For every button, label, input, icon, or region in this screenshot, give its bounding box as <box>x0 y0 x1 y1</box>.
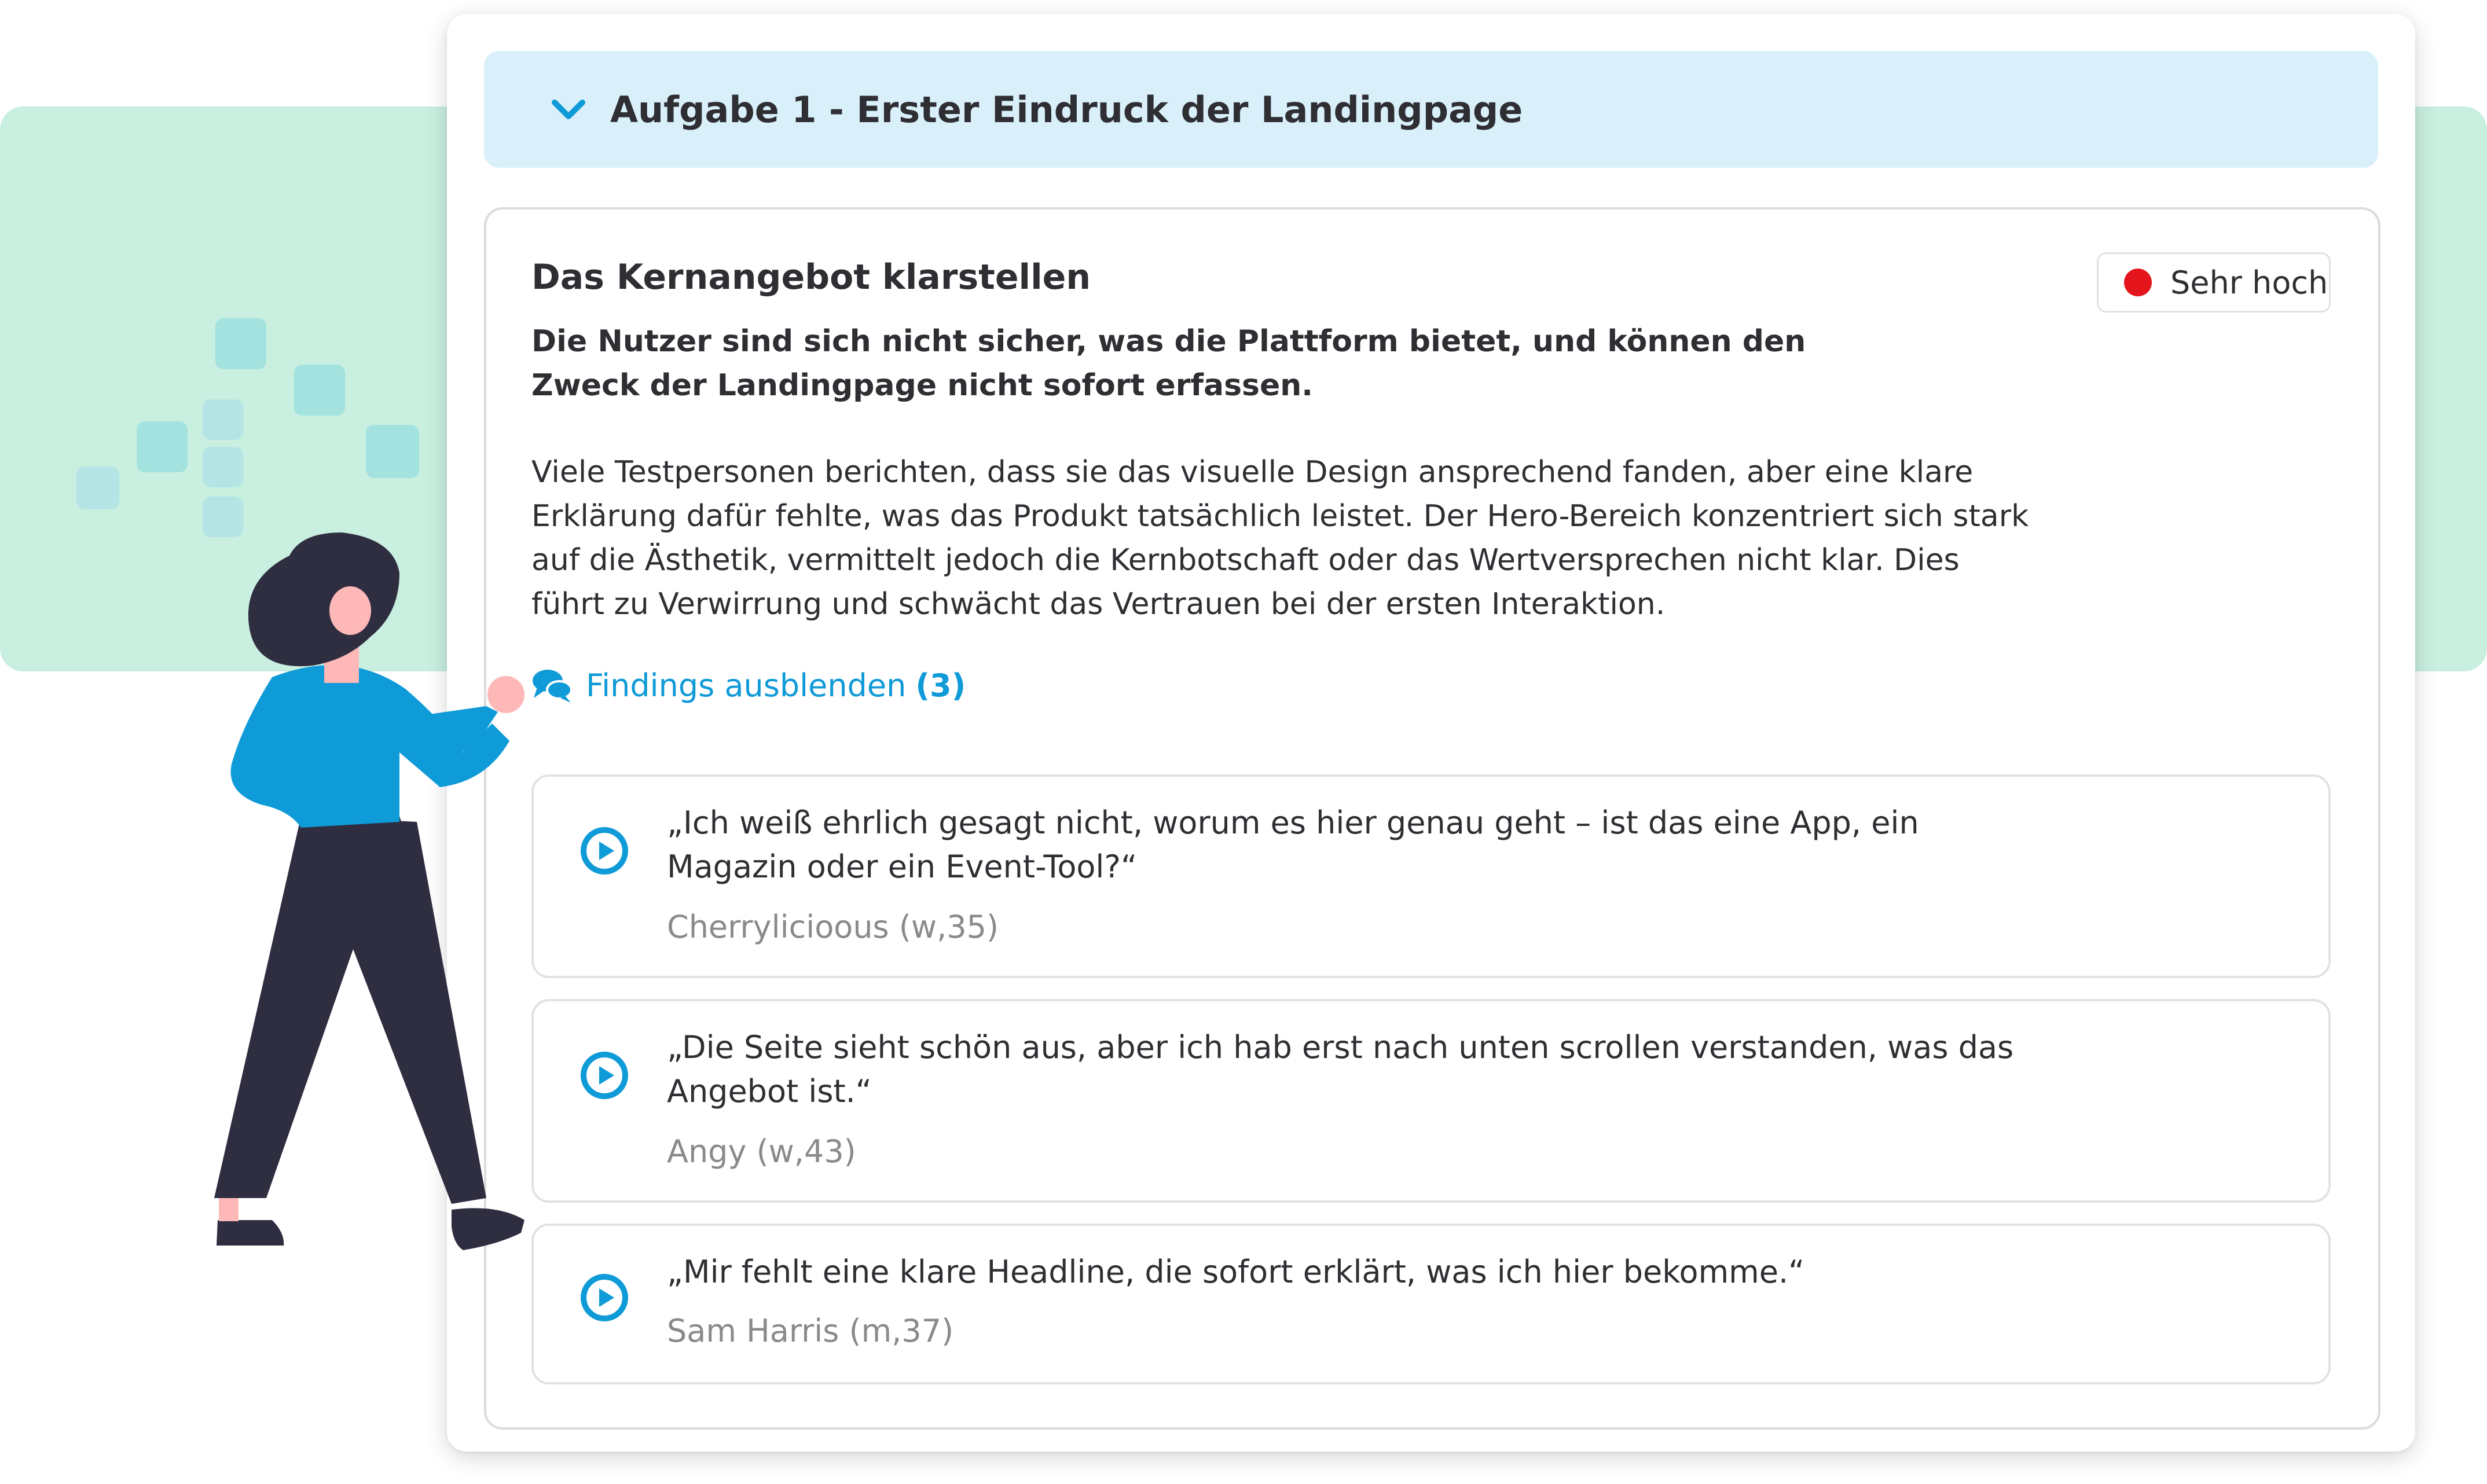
task-card: Aufgabe 1 - Erster Eindruck der Landingp… <box>447 14 2415 1452</box>
quote-text: „Mir fehlt eine klare Headline, die sofo… <box>667 1254 1805 1290</box>
quote-text: „Ich weiß ehrlich gesagt nicht, worum es… <box>667 805 1919 885</box>
finding-description: Viele Testpersonen berichten, dass sie d… <box>531 455 2029 622</box>
severity-badge: Sehr hoch <box>2097 252 2331 313</box>
quote-card: „Die Seite sieht schön aus, aber ich hab… <box>531 999 2331 1203</box>
finding-summary: Die Nutzer sind sich nicht sicher, was d… <box>531 324 1806 403</box>
toggle-findings-link[interactable]: Findings ausblenden (3) <box>531 667 966 704</box>
quote-text: „Die Seite sieht schön aus, aber ich hab… <box>667 1029 2014 1110</box>
person-illustration <box>214 532 524 1250</box>
task-accordion-header[interactable]: Aufgabe 1 - Erster Eindruck der Landingp… <box>484 51 2378 168</box>
quote-card: „Mir fehlt eine klare Headline, die sofo… <box>531 1224 2331 1384</box>
quote-author: Sam Harris (m,37) <box>667 1313 954 1349</box>
task-title: Aufgabe 1 - Erster Eindruck der Landingp… <box>610 88 1523 131</box>
quote-author: Angy (w,43) <box>667 1133 856 1170</box>
findings-count: (3) <box>915 667 966 704</box>
severity-dot-icon <box>2124 269 2152 296</box>
quote-author: Cherrylicioous (w,35) <box>667 909 999 945</box>
play-icon[interactable] <box>580 827 629 875</box>
quote-card: „Ich weiß ehrlich gesagt nicht, worum es… <box>531 774 2331 978</box>
play-icon[interactable] <box>580 1051 629 1100</box>
finding-panel: Das Kernangebot klarstellen Sehr hoch Di… <box>484 207 2380 1430</box>
finding-title: Das Kernangebot klarstellen <box>531 257 1091 297</box>
play-icon[interactable] <box>580 1273 629 1322</box>
severity-label: Sehr hoch <box>2170 264 2328 301</box>
toggle-findings-label[interactable]: Findings ausblenden <box>586 667 906 704</box>
